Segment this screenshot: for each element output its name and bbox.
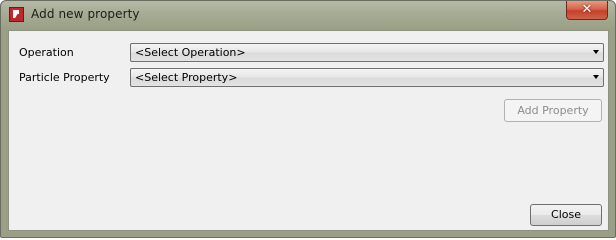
add-property-button[interactable]: Add Property (504, 99, 602, 122)
dialog-content: Operation <Select Operation> Particle Pr… (8, 30, 609, 231)
operation-select-value: <Select Operation> (135, 46, 246, 59)
chevron-down-icon (593, 75, 599, 79)
particle-property-select[interactable]: <Select Property> (130, 68, 604, 87)
window-close-button[interactable]: ✕ (566, 1, 608, 20)
dialog-window: Add new property ✕ Operation <Select Ope… (0, 0, 616, 238)
close-button[interactable]: Close (530, 204, 602, 226)
chevron-down-icon (593, 50, 599, 54)
operation-label: Operation (19, 46, 74, 59)
operation-select[interactable]: <Select Operation> (130, 43, 604, 62)
particle-property-select-value: <Select Property> (135, 71, 238, 84)
app-icon (9, 7, 24, 22)
close-icon: ✕ (581, 2, 593, 17)
particle-property-label: Particle Property (19, 71, 110, 84)
window-title: Add new property (31, 7, 140, 21)
title-bar[interactable]: Add new property ✕ (1, 1, 615, 29)
